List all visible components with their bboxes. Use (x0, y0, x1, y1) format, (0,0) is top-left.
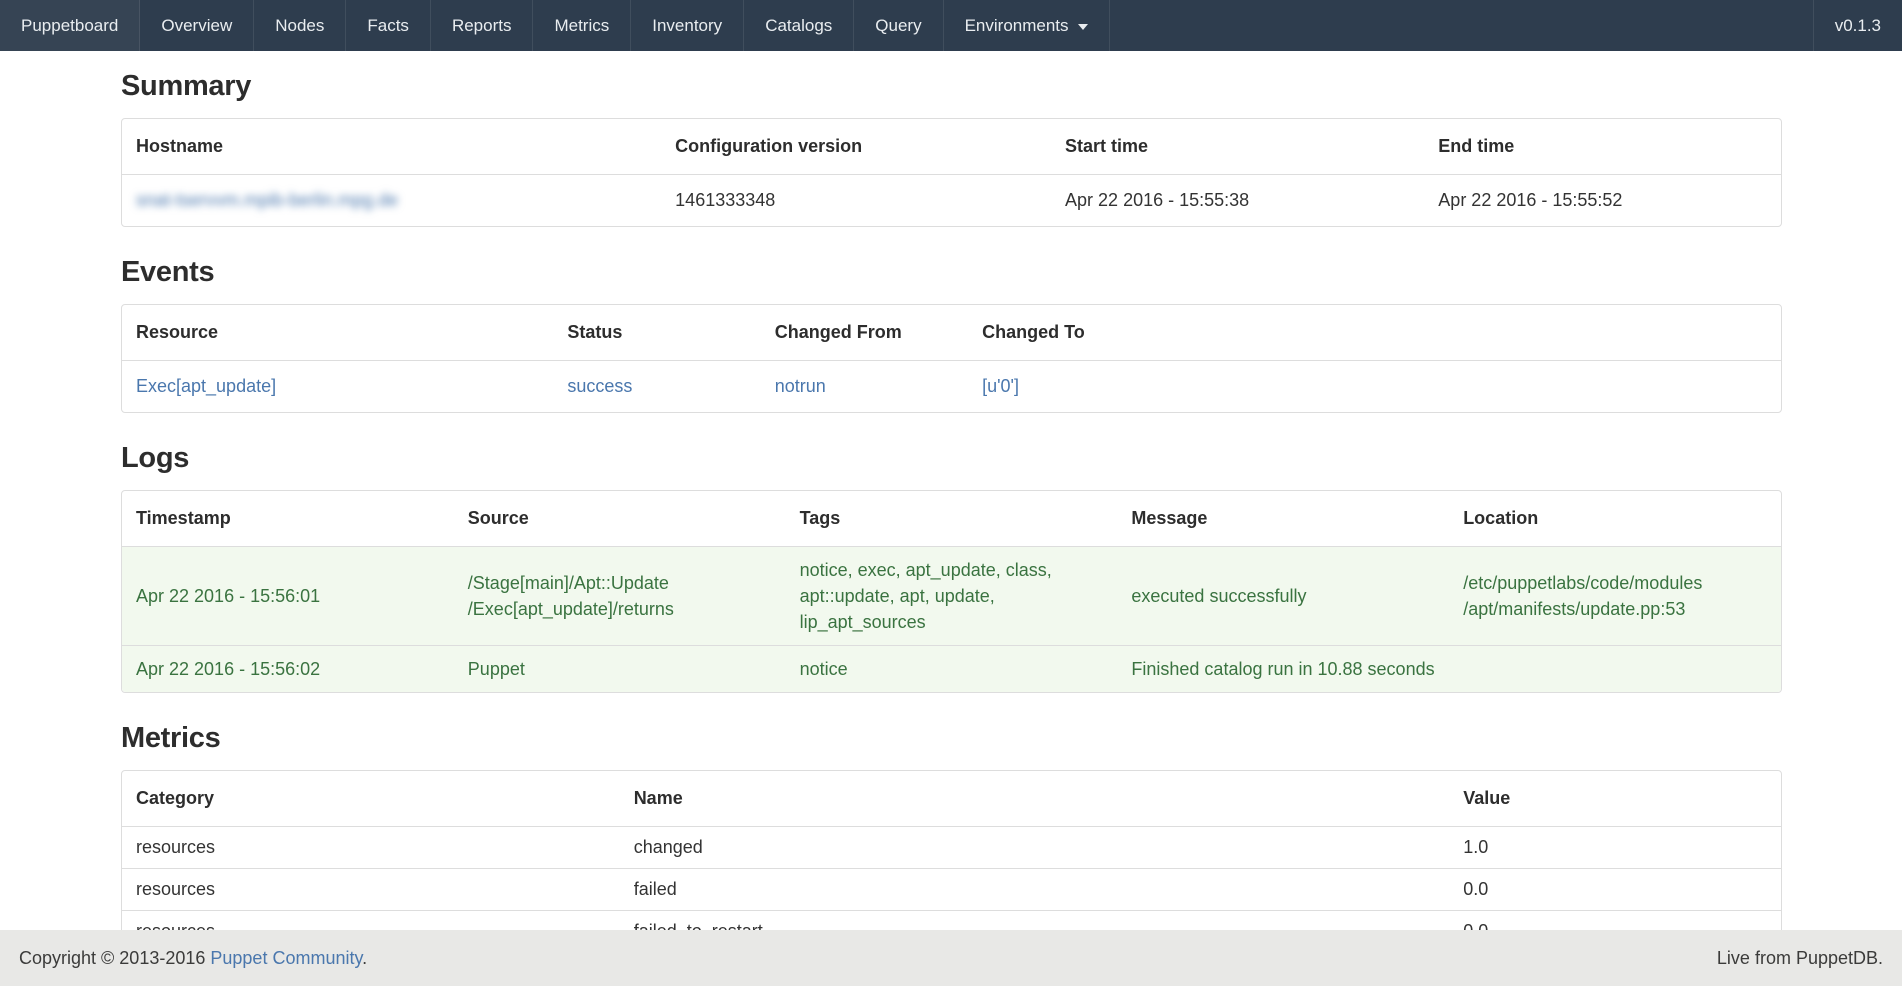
metrics-section-title: Metrics (121, 693, 1782, 770)
summary-col-config-version: Configuration version (661, 119, 1051, 174)
puppet-community-link[interactable]: Puppet Community (210, 948, 362, 968)
caret-down-icon (1078, 24, 1088, 30)
summary-table: Hostname Configuration version Start tim… (121, 118, 1782, 227)
metric-value: 1.0 (1449, 826, 1781, 868)
hostname-link-redacted[interactable]: snat-tservvm.mpib-berlin.mpg.de (136, 190, 398, 210)
metrics-col-category: Category (122, 771, 620, 826)
metrics-col-value: Value (1449, 771, 1781, 826)
page-footer: Copyright © 2013-2016 Puppet Community. … (0, 930, 1902, 986)
metric-name: failed (620, 868, 1450, 910)
nav-item-metrics[interactable]: Metrics (533, 0, 631, 51)
footer-source-text: Live from PuppetDB. (1717, 948, 1883, 969)
events-col-changed-from: Changed From (761, 305, 968, 360)
summary-col-hostname: Hostname (122, 119, 661, 174)
end-time-value: Apr 22 2016 - 15:55:52 (1424, 174, 1781, 226)
logs-section-title: Logs (121, 413, 1782, 490)
log-timestamp: Apr 22 2016 - 15:56:02 (122, 645, 454, 692)
metric-category: resources (122, 868, 620, 910)
metric-value: 0.0 (1449, 868, 1781, 910)
log-location (1449, 645, 1781, 692)
nav-item-query[interactable]: Query (854, 0, 943, 51)
event-resource-link[interactable]: Exec[apt_update] (136, 376, 276, 396)
metrics-table: Category Name Value resources changed 1.… (121, 770, 1782, 953)
event-row: Exec[apt_update] success notrun [u'0'] (122, 360, 1781, 412)
events-header-row: Resource Status Changed From Changed To (122, 305, 1781, 360)
log-source: Puppet (454, 645, 786, 692)
nav-item-reports[interactable]: Reports (431, 0, 534, 51)
environments-label: Environments (965, 16, 1069, 36)
log-tags: notice (786, 645, 1118, 692)
events-col-status: Status (553, 305, 760, 360)
log-timestamp: Apr 22 2016 - 15:56:01 (122, 546, 454, 645)
log-source: /Stage[main]/Apt::Update /Exec[apt_updat… (454, 546, 786, 645)
config-version-value: 1461333348 (661, 174, 1051, 226)
summary-section-title: Summary (121, 51, 1782, 118)
navbar-spacer (1110, 0, 1813, 51)
summary-header-row: Hostname Configuration version Start tim… (122, 119, 1781, 174)
events-col-changed-to: Changed To (968, 305, 1781, 360)
summary-row: snat-tservvm.mpib-berlin.mpg.de 14613333… (122, 174, 1781, 226)
summary-col-start-time: Start time (1051, 119, 1424, 174)
events-table: Resource Status Changed From Changed To … (121, 304, 1782, 413)
nav-item-catalogs[interactable]: Catalogs (744, 0, 854, 51)
log-tags: notice, exec, apt_update, class, apt::up… (786, 546, 1118, 645)
metric-row: resources failed 0.0 (122, 868, 1781, 910)
event-changed-to-link[interactable]: [u'0'] (982, 376, 1019, 396)
event-changed-from-link[interactable]: notrun (775, 376, 826, 396)
metric-category: resources (122, 826, 620, 868)
nav-item-environments-dropdown[interactable]: Environments (944, 0, 1110, 51)
log-message: Finished catalog run in 10.88 seconds (1117, 645, 1449, 692)
logs-col-location: Location (1449, 491, 1781, 546)
logs-col-source: Source (454, 491, 786, 546)
copyright-text: Copyright © 2013-2016 (19, 948, 210, 968)
nav-brand-puppetboard[interactable]: Puppetboard (0, 0, 140, 51)
logs-table: Timestamp Source Tags Message Location A… (121, 490, 1782, 693)
log-row: Apr 22 2016 - 15:56:02 Puppet notice Fin… (122, 645, 1781, 692)
logs-col-message: Message (1117, 491, 1449, 546)
log-row: Apr 22 2016 - 15:56:01 /Stage[main]/Apt:… (122, 546, 1781, 645)
log-location: /etc/puppetlabs/code/modules /apt/manife… (1449, 546, 1781, 645)
nav-item-overview[interactable]: Overview (140, 0, 254, 51)
events-col-resource: Resource (122, 305, 553, 360)
logs-header-row: Timestamp Source Tags Message Location (122, 491, 1781, 546)
metrics-col-name: Name (620, 771, 1450, 826)
copyright-period: . (362, 948, 367, 968)
version-badge: v0.1.3 (1813, 0, 1902, 51)
logs-col-tags: Tags (786, 491, 1118, 546)
nav-item-inventory[interactable]: Inventory (631, 0, 744, 51)
metric-row: resources changed 1.0 (122, 826, 1781, 868)
nav-item-nodes[interactable]: Nodes (254, 0, 346, 51)
report-page-content: Summary Hostname Configuration version S… (121, 51, 1782, 953)
footer-copyright: Copyright © 2013-2016 Puppet Community. (19, 948, 367, 969)
start-time-value: Apr 22 2016 - 15:55:38 (1051, 174, 1424, 226)
summary-col-end-time: End time (1424, 119, 1781, 174)
events-section-title: Events (121, 227, 1782, 304)
nav-item-facts[interactable]: Facts (346, 0, 431, 51)
log-message: executed successfully (1117, 546, 1449, 645)
top-navbar: Puppetboard Overview Nodes Facts Reports… (0, 0, 1902, 51)
event-status-link[interactable]: success (567, 376, 632, 396)
logs-col-timestamp: Timestamp (122, 491, 454, 546)
metrics-header-row: Category Name Value (122, 771, 1781, 826)
metric-name: changed (620, 826, 1450, 868)
